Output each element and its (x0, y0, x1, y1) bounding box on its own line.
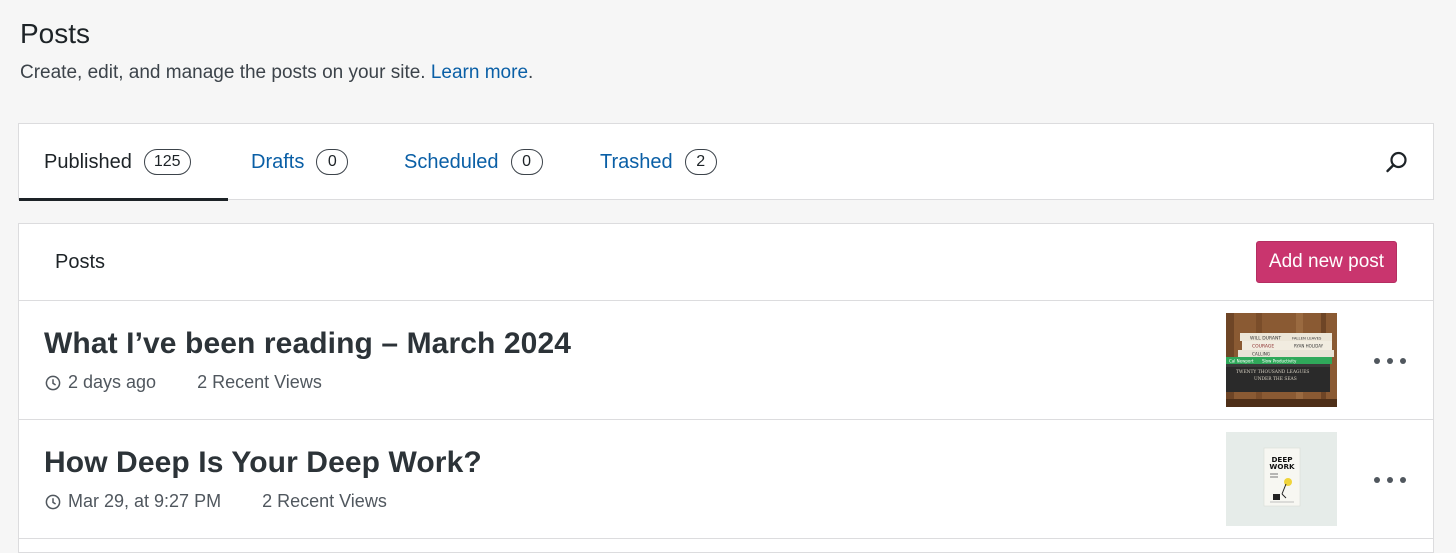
tab-trashed-label: Trashed (600, 150, 673, 173)
post-views: 2 Recent Views (197, 372, 322, 392)
book-spine-subtitle: UNDER THE SEAS (1254, 377, 1297, 382)
more-dot-icon (1387, 358, 1393, 364)
posts-list-label: Posts (55, 251, 106, 273)
post-row[interactable]: How Deep Is Your Deep Work? Mar 29, at 9… (19, 420, 1433, 539)
tab-published[interactable]: Published 125 (19, 124, 228, 201)
post-row[interactable]: What I’ve been reading – March 2024 2 da… (19, 301, 1433, 420)
more-dot-icon (1400, 358, 1406, 364)
more-dot-icon (1400, 477, 1406, 483)
subtitle-text: Create, edit, and manage the posts on yo… (20, 62, 426, 83)
page-title: Posts (20, 18, 91, 49)
post-views: 2 Recent Views (262, 491, 387, 511)
tab-published-count: 125 (143, 149, 191, 175)
cover-title-line2: WORK (1269, 462, 1295, 471)
tab-trashed-count: 2 (684, 149, 717, 175)
learn-more-link[interactable]: Learn more (431, 62, 528, 83)
tab-scheduled[interactable]: Scheduled 0 (404, 124, 543, 200)
page-header: Posts Create, edit, and manage the posts… (20, 17, 533, 86)
post-date: Mar 29, at 9:27 PM (68, 491, 222, 511)
subtitle-period: . (528, 62, 534, 83)
book-spine-subtitle: CALLING (1252, 352, 1270, 357)
book-spine-title: TWENTY THOUSAND LEAGUES (1236, 370, 1309, 375)
page-subtitle: Create, edit, and manage the posts on yo… (20, 60, 533, 86)
clock-icon (45, 375, 61, 390)
add-new-post-button[interactable]: Add new post (1256, 241, 1397, 283)
tab-scheduled-count: 0 (510, 149, 543, 175)
more-dot-icon (1374, 477, 1380, 483)
deep-work-book-cover: DEEP WORK (1226, 432, 1337, 526)
tab-published-label: Published (44, 150, 132, 173)
posts-list-header: Posts Add new post (19, 224, 1433, 301)
tab-drafts-label: Drafts (251, 150, 305, 173)
post-thumbnail[interactable]: WILL DURANT FALLEN LEAVES COURAGE RYAN H… (1226, 313, 1337, 407)
post-thumbnail[interactable]: DEEP WORK (1226, 432, 1337, 526)
post-meta: 2 days ago 2 Recent Views (45, 372, 322, 393)
tab-scheduled-label: Scheduled (404, 150, 499, 173)
tab-drafts-count: 0 (316, 149, 349, 175)
post-title[interactable]: What I’ve been reading – March 2024 (44, 327, 571, 361)
more-options-button[interactable] (1374, 349, 1406, 373)
book-spine-title: FALLEN LEAVES (1292, 336, 1322, 341)
posts-list: Posts Add new post What I’ve been readin… (18, 223, 1434, 553)
book-spine-title: COURAGE (1252, 344, 1274, 350)
post-meta: Mar 29, at 9:27 PM 2 Recent Views (45, 491, 387, 512)
status-tabs: Published 125 Drafts 0 Scheduled 0 Trash… (18, 123, 1434, 201)
book-spine-author: RYAN HOLIDAY (1294, 344, 1324, 349)
search-button[interactable] (1385, 150, 1409, 174)
more-dot-icon (1387, 477, 1393, 483)
book-spine-author: Cal Newport (1229, 358, 1254, 363)
clock-icon (45, 494, 61, 509)
book-stack-image: WILL DURANT FALLEN LEAVES COURAGE RYAN H… (1226, 313, 1337, 407)
more-options-button[interactable] (1374, 468, 1406, 492)
search-icon (1386, 151, 1407, 173)
post-title[interactable]: How Deep Is Your Deep Work? (44, 446, 482, 480)
post-date: 2 days ago (68, 372, 157, 392)
book-spine-author: WILL DURANT (1250, 336, 1281, 342)
tab-drafts[interactable]: Drafts 0 (251, 124, 349, 200)
more-dot-icon (1374, 358, 1380, 364)
book-spine-title: Slow Productivity (1262, 358, 1297, 363)
tab-trashed[interactable]: Trashed 2 (600, 124, 717, 200)
